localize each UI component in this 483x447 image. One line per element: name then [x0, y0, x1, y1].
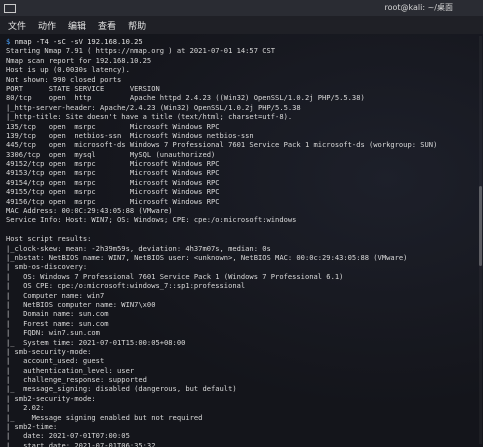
terminal-output[interactable]: $ nmap -T4 -sC -sV 192.168.10.25 Startin…	[0, 34, 483, 447]
output-line: 80/tcp open http Apache httpd 2.4.23 ((W…	[6, 93, 365, 103]
scrollbar-thumb[interactable]	[479, 186, 482, 266]
window-title: root@kali: ~/桌面	[384, 3, 453, 12]
output-line: |_ System time: 2021-07-01T15:00:05+08:0…	[6, 337, 186, 347]
title-bar: root@kali: ~/桌面	[0, 0, 483, 16]
menu-help[interactable]: 帮助	[128, 19, 146, 32]
output-line: 49156/tcp open msrpc Microsoft Windows R…	[6, 196, 220, 206]
output-line: Starting Nmap 7.91 ( https://nmap.org ) …	[6, 46, 276, 56]
menu-action[interactable]: 动作	[38, 19, 56, 32]
output-line: | OS: Windows 7 Professional 7601 Servic…	[6, 271, 344, 281]
output-line: | smb2-time:	[6, 422, 58, 432]
output-line: PORT STATE SERVICE VERSION	[6, 83, 160, 93]
menu-view[interactable]: 查看	[98, 19, 116, 32]
output-line: 49154/tcp open msrpc Microsoft Windows R…	[6, 177, 220, 187]
output-line: | smb2-security-mode:	[6, 393, 96, 403]
output-line: Nmap scan report for 192.168.10.25	[6, 55, 152, 65]
output-line: |_ Message signing enabled but not requi…	[6, 412, 203, 422]
output-line: |_clock-skew: mean: -2h39m59s, deviation…	[6, 243, 271, 253]
output-line: Host script results:	[6, 234, 92, 244]
prompt-marker: $	[6, 37, 11, 46]
output-line: 49155/tcp open msrpc Microsoft Windows R…	[6, 187, 220, 197]
output-line: Not shown: 990 closed ports	[6, 74, 122, 84]
output-line: | Forest name: sun.com	[6, 318, 109, 328]
command-line: $ nmap -T4 -sC -sV 192.168.10.25	[6, 37, 479, 46]
output-line: | Computer name: win7	[6, 290, 105, 300]
menu-file[interactable]: 文件	[8, 19, 26, 32]
output-line: Host is up (0.0030s latency).	[6, 65, 130, 75]
output-line: | smb-os-discovery:	[6, 262, 88, 272]
terminal-icon	[4, 4, 16, 13]
command-text: nmap -T4 -sC -sV 192.168.10.25	[14, 37, 143, 46]
output-line: | authentication_level: user	[6, 365, 135, 375]
output-line: | 2.02:	[6, 403, 45, 413]
output-line: Service Info: Host: WIN7; OS: Windows; C…	[6, 215, 297, 225]
output-line: | Domain name: sun.com	[6, 309, 109, 319]
output-line: | NetBIOS computer name: WIN7\x00	[6, 299, 156, 309]
output-line: 3306/tcp open mysql MySQL (unauthorized)	[6, 149, 216, 159]
output-line: 445/tcp open microsoft-ds Windows 7 Prof…	[6, 140, 438, 150]
output-line: | smb-security-mode:	[6, 346, 92, 356]
output-line: 49152/tcp open msrpc Microsoft Windows R…	[6, 159, 220, 169]
output-line: | OS CPE: cpe:/o:microsoft:windows_7::sp…	[6, 281, 246, 291]
menu-bar: 文件 动作 编辑 查看 帮助	[0, 16, 483, 34]
output-line: 49153/tcp open msrpc Microsoft Windows R…	[6, 168, 220, 178]
output-line: |_http-title: Site doesn't have a title …	[6, 112, 293, 122]
output-line: |_ start_date: 2021-07-01T06:35:32	[6, 440, 156, 447]
output-line: | FQDN: win7.sun.com	[6, 328, 100, 338]
output-line: 139/tcp open netbios-ssn Microsoft Windo…	[6, 130, 254, 140]
terminal-window: root@kali: ~/桌面 文件 动作 编辑 查看 帮助 $ nmap -T…	[0, 0, 483, 447]
output-line: | account_used: guest	[6, 356, 105, 366]
menu-edit[interactable]: 编辑	[68, 19, 86, 32]
output-line: |_nbstat: NetBIOS name: WIN7, NetBIOS us…	[6, 252, 408, 262]
output-line: 135/tcp open msrpc Microsoft Windows RPC	[6, 121, 220, 131]
output-line: | date: 2021-07-01T07:00:05	[6, 431, 130, 441]
output-line: MAC Address: 00:0C:29:43:05:88 (VMware)	[6, 206, 173, 216]
scrollbar[interactable]	[479, 36, 482, 444]
output-line: |_http-server-header: Apache/2.4.23 (Win…	[6, 102, 301, 112]
output-line: | challenge_response: supported	[6, 375, 147, 385]
output-line: |_ message_signing: disabled (dangerous,…	[6, 384, 237, 394]
